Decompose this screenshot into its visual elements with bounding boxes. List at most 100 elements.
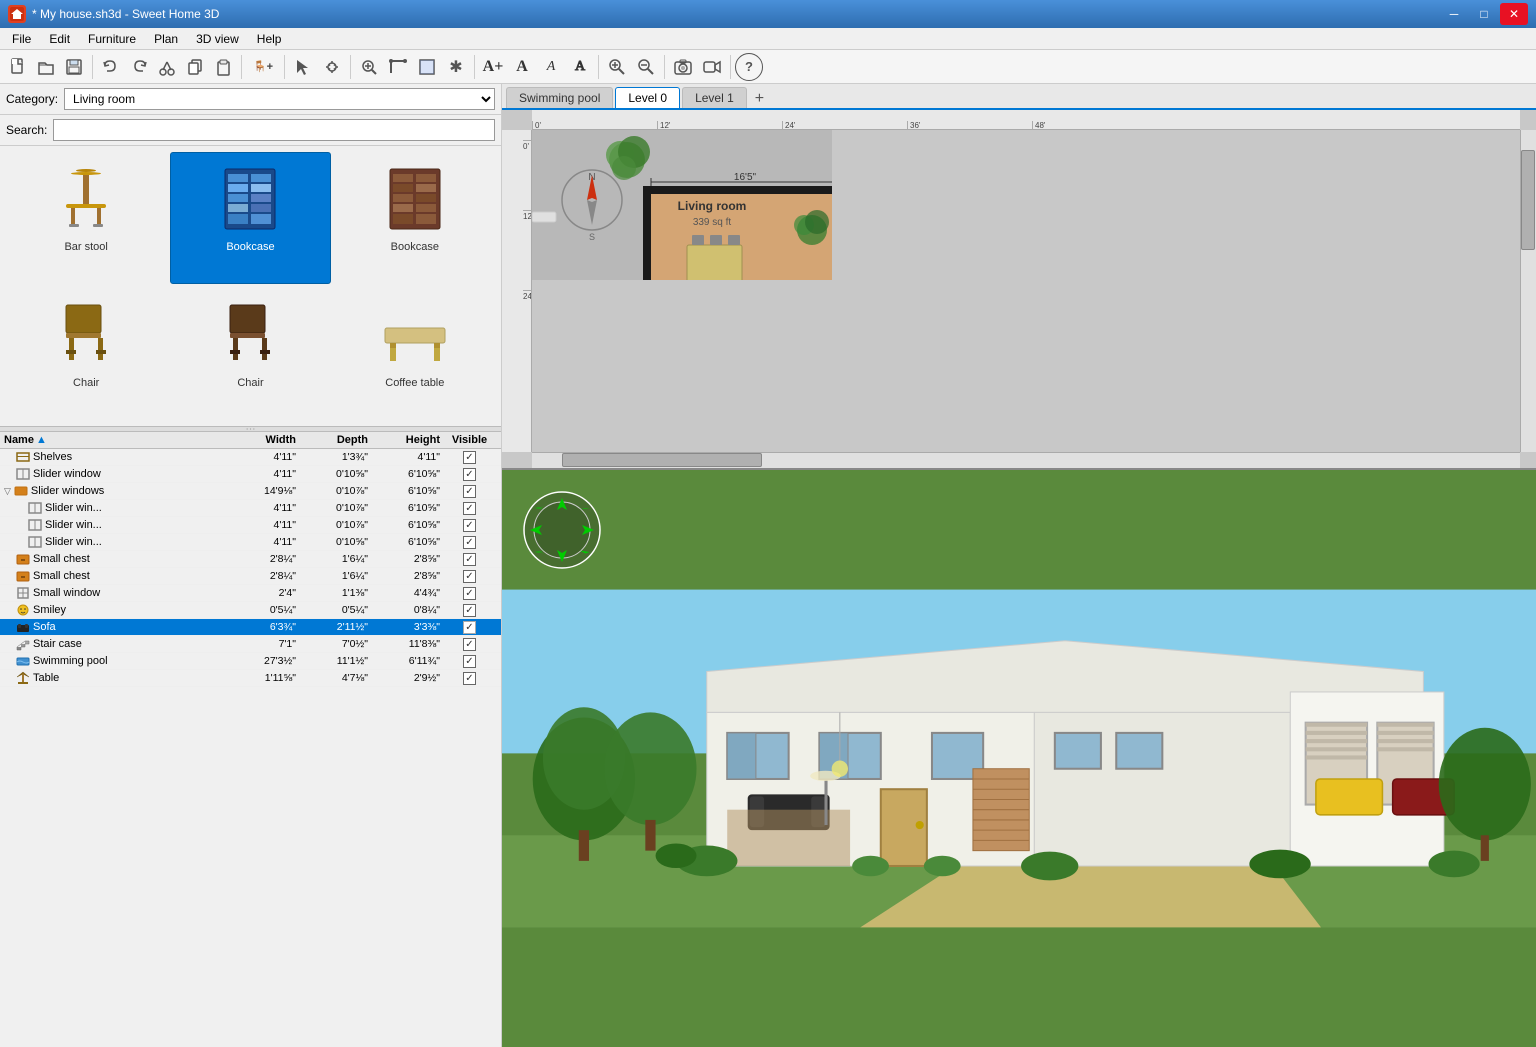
row-name-table: Table bbox=[4, 671, 224, 685]
maximize-button[interactable]: □ bbox=[1470, 3, 1498, 25]
search-input[interactable] bbox=[53, 119, 495, 141]
visible-checkbox[interactable] bbox=[463, 604, 476, 617]
visible-checkbox[interactable] bbox=[463, 502, 476, 515]
right-panel: Swimming pool Level 0 Level 1 + 0' 12' 2… bbox=[502, 84, 1536, 1047]
zoom-in-button[interactable] bbox=[603, 53, 631, 81]
furniture-item-bookcase-blue[interactable]: Bookcase bbox=[170, 152, 330, 284]
furniture-item-chair-1[interactable]: Chair bbox=[6, 288, 166, 420]
menu-bar: File Edit Furniture Plan 3D view Help bbox=[0, 28, 1536, 50]
menu-3dview[interactable]: 3D view bbox=[188, 30, 247, 48]
minimize-button[interactable]: ─ bbox=[1440, 3, 1468, 25]
visible-checkbox[interactable] bbox=[463, 621, 476, 634]
visible-checkbox[interactable] bbox=[463, 451, 476, 464]
menu-plan[interactable]: Plan bbox=[146, 30, 186, 48]
zoom-region-button[interactable] bbox=[355, 53, 383, 81]
col-height-header[interactable]: Height bbox=[370, 434, 440, 446]
col-width-header[interactable]: Width bbox=[226, 434, 296, 446]
table-row-sofa[interactable]: Sofa 6'3¾" 2'11½" 3'3⅜" bbox=[0, 619, 501, 636]
view-3d[interactable] bbox=[502, 470, 1536, 1047]
create-rooms-button[interactable] bbox=[413, 53, 441, 81]
menu-help[interactable]: Help bbox=[249, 30, 290, 48]
table-row[interactable]: Stair case 7'1" 7'0½" 11'8⅜" bbox=[0, 636, 501, 653]
tab-level-1[interactable]: Level 1 bbox=[682, 87, 747, 108]
visible-checkbox[interactable] bbox=[463, 519, 476, 532]
svg-text:339 sq ft: 339 sq ft bbox=[693, 217, 732, 228]
select-button[interactable] bbox=[289, 53, 317, 81]
chair-1-icon bbox=[46, 295, 126, 375]
visible-checkbox[interactable] bbox=[463, 485, 476, 498]
cut-button[interactable] bbox=[153, 53, 181, 81]
save-button[interactable] bbox=[60, 53, 88, 81]
plan-view[interactable]: 0' 12' 24' 36' 48' 0' 12' 24' bbox=[502, 110, 1536, 470]
visible-checkbox[interactable] bbox=[463, 655, 476, 668]
visible-checkbox[interactable] bbox=[463, 536, 476, 549]
text-medium-button[interactable]: A bbox=[508, 53, 536, 81]
table-row[interactable]: Slider win... 4'11" 0'10⅞" 6'10⅝" bbox=[0, 517, 501, 534]
table-row[interactable]: Shelves 4'11" 1'3¾" 4'11" bbox=[0, 449, 501, 466]
new-button[interactable] bbox=[4, 53, 32, 81]
menu-edit[interactable]: Edit bbox=[41, 30, 78, 48]
plan-svg[interactable]: N S bbox=[532, 130, 832, 280]
col-name-header[interactable]: Name ▲ bbox=[4, 434, 224, 446]
visible-checkbox[interactable] bbox=[463, 587, 476, 600]
photo-button[interactable] bbox=[669, 53, 697, 81]
table-row[interactable]: Slider window 4'11" 0'10⅝" 6'10⅝" bbox=[0, 466, 501, 483]
table-row[interactable]: ▽ Slider windows 14'9⅛" 0'10⅞" 6'10⅝" bbox=[0, 483, 501, 500]
bookcase-brown-label: Bookcase bbox=[391, 241, 439, 253]
add-tab-button[interactable]: + bbox=[749, 90, 770, 108]
table-row[interactable]: Small chest 2'8¼" 1'6¼" 2'8⅝" bbox=[0, 551, 501, 568]
tab-swimming-pool[interactable]: Swimming pool bbox=[506, 87, 613, 108]
furniture-list-area: Name ▲ Width Depth Height Visible Shelve… bbox=[0, 432, 501, 1047]
visible-checkbox[interactable] bbox=[463, 672, 476, 685]
video-button[interactable] bbox=[698, 53, 726, 81]
table-row[interactable]: Swimming pool 27'3½" 11'1½" 6'11¾" bbox=[0, 653, 501, 670]
undo-button[interactable] bbox=[97, 53, 125, 81]
zoom-out-button[interactable] bbox=[632, 53, 660, 81]
sep6 bbox=[598, 55, 599, 79]
scrollbar-vertical[interactable] bbox=[1520, 130, 1536, 452]
col-depth-header[interactable]: Depth bbox=[298, 434, 368, 446]
visible-checkbox[interactable] bbox=[463, 553, 476, 566]
furniture-item-bar-stool[interactable]: Bar stool bbox=[6, 152, 166, 284]
pan-button[interactable] bbox=[318, 53, 346, 81]
row-name-slider-windows: ▽ Slider windows bbox=[4, 484, 224, 498]
scrollbar-horizontal[interactable] bbox=[532, 452, 1520, 468]
furniture-item-bookcase-brown[interactable]: Bookcase bbox=[335, 152, 495, 284]
menu-file[interactable]: File bbox=[4, 30, 39, 48]
open-button[interactable] bbox=[32, 53, 60, 81]
add-furniture-button[interactable]: 🪑+ bbox=[246, 53, 280, 81]
redo-button[interactable] bbox=[125, 53, 153, 81]
smiley-icon bbox=[16, 603, 30, 617]
search-row: Search: bbox=[0, 115, 501, 146]
table-row[interactable]: Slider win... 4'11" 0'10⅞" 6'10⅝" bbox=[0, 500, 501, 517]
col-visible-header[interactable]: Visible bbox=[442, 434, 497, 446]
paste-button[interactable] bbox=[209, 53, 237, 81]
row-name-sw1: Slider win... bbox=[4, 501, 224, 515]
table-row[interactable]: Small window 2'4" 1'1⅜" 4'4¾" bbox=[0, 585, 501, 602]
furniture-item-chair-2[interactable]: Chair bbox=[170, 288, 330, 420]
text-outline-button[interactable]: A bbox=[566, 53, 594, 81]
visible-checkbox[interactable] bbox=[463, 468, 476, 481]
help-button[interactable]: ? bbox=[735, 53, 763, 81]
furniture-table-header: Name ▲ Width Depth Height Visible bbox=[0, 432, 501, 449]
close-button[interactable]: ✕ bbox=[1500, 3, 1528, 25]
create-walls-button[interactable] bbox=[384, 53, 412, 81]
table-row[interactable]: Slider win... 4'11" 0'10⅝" 6'10⅝" bbox=[0, 534, 501, 551]
row-name-pool: Swimming pool bbox=[4, 654, 224, 668]
sep8 bbox=[730, 55, 731, 79]
furniture-item-coffee-table[interactable]: Coffee table bbox=[335, 288, 495, 420]
tab-level-0[interactable]: Level 0 bbox=[615, 87, 680, 108]
visible-checkbox[interactable] bbox=[463, 570, 476, 583]
table-row[interactable]: Small chest 2'8¼" 1'6¼" 2'8⅝" bbox=[0, 568, 501, 585]
table-row[interactable]: Table 1'11⅝" 4'7⅛" 2'9½" bbox=[0, 670, 501, 687]
table-row[interactable]: Smiley 0'5¼" 0'5¼" 0'8¼" bbox=[0, 602, 501, 619]
polyline-button[interactable]: ✱ bbox=[442, 53, 470, 81]
text-large-button[interactable]: A+ bbox=[479, 53, 507, 81]
navigation-circle[interactable] bbox=[522, 490, 602, 570]
menu-furniture[interactable]: Furniture bbox=[80, 30, 144, 48]
row-name-smiley: Smiley bbox=[4, 603, 224, 617]
category-select[interactable]: Living room Bedroom Kitchen Bathroom Off… bbox=[64, 88, 495, 110]
text-small-button[interactable]: A bbox=[537, 53, 565, 81]
visible-checkbox[interactable] bbox=[463, 638, 476, 651]
copy-button[interactable] bbox=[181, 53, 209, 81]
